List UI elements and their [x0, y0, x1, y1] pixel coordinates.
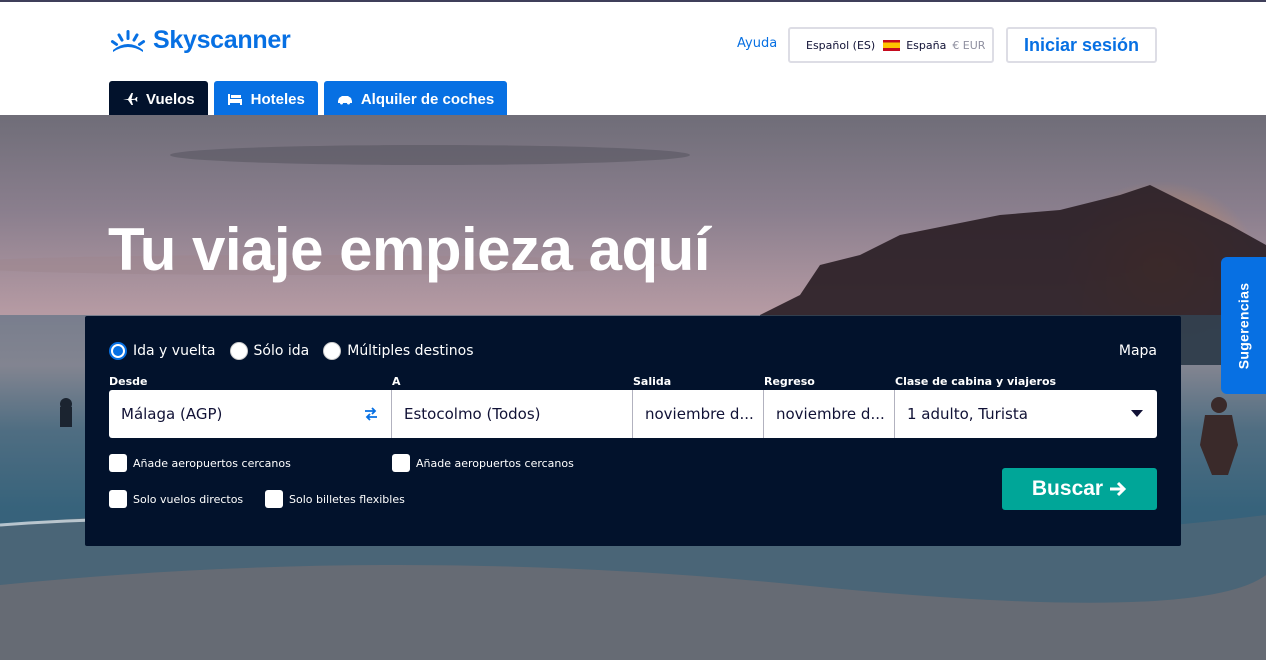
radio-one-way[interactable]: Sólo ida [229, 342, 310, 360]
suggestions-label: Sugerencias [1235, 282, 1252, 369]
from-label: Desde [109, 375, 148, 388]
from-field[interactable]: Málaga (AGP) [109, 390, 392, 438]
depart-value: noviembre d... [645, 405, 754, 423]
tab-flights[interactable]: Vuelos [109, 81, 208, 117]
site-header: Skyscanner Ayuda Español (ES) España € E… [0, 0, 1266, 117]
tab-car-hire[interactable]: Alquiler de coches [323, 81, 508, 117]
currency-label: € EUR [952, 38, 986, 52]
arrow-right-icon [1110, 481, 1127, 497]
map-link[interactable]: Mapa [1119, 343, 1157, 359]
car-icon [337, 96, 352, 105]
locale-selector-button[interactable]: Español (ES) España € EUR [788, 27, 994, 63]
from-value: Málaga (AGP) [121, 405, 223, 423]
language-label: Español (ES) [806, 38, 876, 52]
flexible-tickets-box[interactable] [265, 490, 283, 508]
depart-label: Salida [633, 375, 672, 388]
suggestions-side-tab[interactable]: Sugerencias [1221, 257, 1266, 394]
nearby-airports-from-label: Añade aeropuertos cercanos [133, 456, 291, 470]
radio-one-way-label: Sólo ida [253, 343, 310, 359]
depart-date-field[interactable]: noviembre d... [633, 390, 764, 438]
bed-icon [227, 94, 242, 105]
search-button-label: Buscar [1031, 477, 1104, 500]
tab-hotels-label: Hoteles [250, 90, 305, 108]
chevron-down-icon [1131, 410, 1143, 417]
return-value: noviembre d... [776, 405, 885, 423]
sunrise-logo-icon [110, 29, 146, 52]
swap-icon[interactable] [363, 407, 379, 421]
tab-car-hire-label: Alquiler de coches [360, 90, 495, 108]
radio-round-trip[interactable]: Ida y vuelta [109, 342, 216, 360]
cabin-travellers-field[interactable]: 1 adulto, Turista [895, 390, 1157, 438]
cabin-label: Clase de cabina y viajeros [895, 375, 1057, 388]
radio-multi-city-dot[interactable] [323, 342, 342, 360]
return-date-field[interactable]: noviembre d... [764, 390, 895, 438]
to-field[interactable]: Estocolmo (Todos) [392, 390, 633, 438]
flight-search-panel: Ida y vuelta Sólo ida Múltiples destinos… [85, 316, 1181, 546]
tab-flights-label: Vuelos [146, 90, 195, 108]
search-button[interactable]: Buscar [1002, 468, 1157, 510]
flexible-tickets-label: Solo billetes flexibles [289, 492, 405, 506]
radio-multi-city[interactable]: Múltiples destinos [323, 342, 474, 360]
hero-title: Tu viaje empieza aquí [108, 216, 710, 283]
radio-round-trip-dot[interactable] [109, 342, 127, 360]
direct-flights-label: Solo vuelos directos [133, 492, 244, 506]
login-button[interactable]: Iniciar sesión [1006, 27, 1157, 63]
cabin-value: 1 adulto, Turista [907, 405, 1028, 423]
radio-one-way-dot[interactable] [229, 342, 248, 360]
help-link[interactable]: Ayuda [737, 36, 777, 51]
to-value: Estocolmo (Todos) [404, 405, 541, 423]
nearby-airports-from-checkbox[interactable]: Añade aeropuertos cercanos [109, 454, 291, 472]
tab-hotels[interactable]: Hoteles [213, 81, 318, 117]
search-fields-row: Málaga (AGP) Estocolmo (Todos) noviembre… [109, 390, 1157, 438]
radio-round-trip-label: Ida y vuelta [133, 343, 216, 359]
return-label: Regreso [764, 375, 815, 388]
nearby-airports-to-label: Añade aeropuertos cercanos [416, 456, 574, 470]
trip-type-group: Ida y vuelta Sólo ida Múltiples destinos [109, 342, 474, 360]
nearby-airports-from-box[interactable] [109, 454, 127, 472]
radio-multi-city-label: Múltiples destinos [347, 343, 474, 359]
direct-flights-checkbox[interactable]: Solo vuelos directos [109, 490, 243, 508]
brand-name: Skyscanner [153, 26, 291, 54]
nearby-airports-to-checkbox[interactable]: Añade aeropuertos cercanos [392, 454, 574, 472]
to-label: A [392, 375, 401, 388]
country-label: España [906, 38, 947, 52]
plane-icon [123, 93, 138, 105]
flexible-tickets-checkbox[interactable]: Solo billetes flexibles [265, 490, 405, 508]
product-tabs: Vuelos Hoteles Alquiler de coches [109, 81, 508, 117]
skyscanner-logo[interactable]: Skyscanner [109, 26, 291, 55]
direct-flights-box[interactable] [109, 490, 127, 508]
spain-flag-icon [883, 39, 901, 51]
nearby-airports-to-box[interactable] [392, 454, 410, 472]
hero-banner: Tu viaje empieza aquí Ida y vuelta Sólo … [0, 115, 1266, 660]
